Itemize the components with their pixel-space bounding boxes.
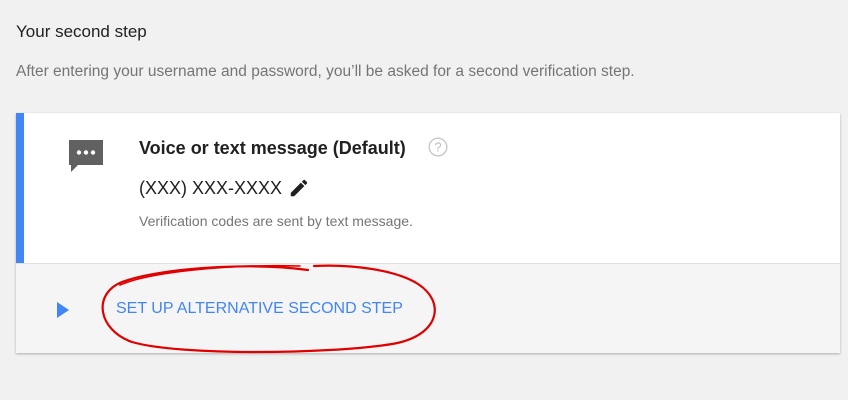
default-method-panel: Voice or text message (Default) ? (XXX) … <box>16 113 840 263</box>
sms-icon <box>69 140 103 172</box>
method-title: Voice or text message (Default) <box>139 138 406 158</box>
phone-row: (XXX) XXX-XXXX <box>139 176 310 200</box>
svg-text:?: ? <box>434 140 441 155</box>
help-icon[interactable]: ? <box>428 137 448 157</box>
pencil-icon[interactable] <box>288 177 310 199</box>
second-step-card: Voice or text message (Default) ? (XXX) … <box>16 113 840 353</box>
play-arrow-icon[interactable] <box>56 301 70 319</box>
section-description: After entering your username and passwor… <box>16 63 635 80</box>
setup-alternative-step-link[interactable]: SET UP ALTERNATIVE SECOND STEP <box>116 300 403 318</box>
alternative-step-panel: SET UP ALTERNATIVE SECOND STEP <box>16 263 840 353</box>
phone-note: Verification codes are sent by text mess… <box>139 213 413 229</box>
phone-number: (XXX) XXX-XXXX <box>139 177 283 198</box>
section-title: Your second step <box>16 22 147 41</box>
